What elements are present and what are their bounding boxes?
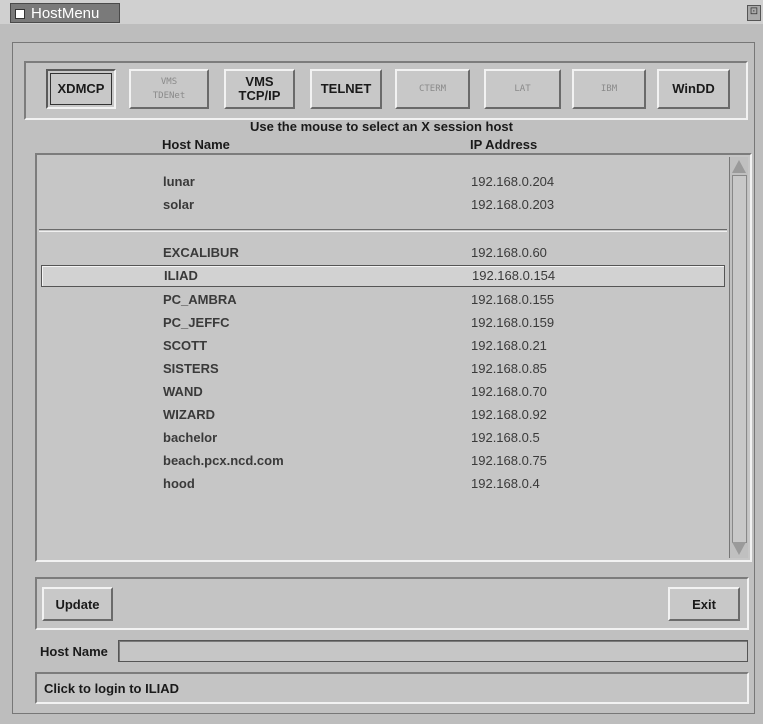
- exit-button[interactable]: Exit: [668, 587, 740, 621]
- host-name-label: Host Name: [40, 644, 108, 659]
- host-name: hood: [163, 476, 195, 491]
- host-row-pc-jeffc[interactable]: PC_JEFFC 192.168.0.159: [37, 313, 727, 333]
- host-ip: 192.168.0.155: [471, 292, 555, 307]
- telnet-button[interactable]: TELNET: [310, 69, 382, 109]
- scroll-down-arrow-icon[interactable]: [732, 542, 746, 555]
- host-ip: 192.168.0.60: [471, 245, 547, 260]
- scroll-up-arrow-icon[interactable]: [732, 160, 746, 173]
- host-ip: 192.168.0.4: [471, 476, 540, 491]
- host-row-lunar[interactable]: lunar 192.168.0.204: [37, 172, 727, 192]
- host-ip: 192.168.0.154: [472, 268, 556, 283]
- host-name: bachelor: [163, 430, 218, 445]
- telnet-button-label: TELNET: [320, 81, 372, 96]
- host-row-bachelor[interactable]: bachelor 192.168.0.5: [37, 428, 727, 448]
- title-bar: HostMenu ⊡: [0, 0, 763, 24]
- host-row-wizard[interactable]: WIZARD 192.168.0.92: [37, 405, 727, 425]
- window-menu-icon[interactable]: [15, 9, 25, 19]
- host-row-scott[interactable]: SCOTT 192.168.0.21: [37, 336, 727, 356]
- vms-tcpip-button-label: VMS TCP/IP: [238, 74, 281, 103]
- update-button[interactable]: Update: [42, 587, 113, 621]
- host-row-sisters[interactable]: SISTERS 192.168.0.85: [37, 359, 727, 379]
- host-name: ILIAD: [164, 268, 198, 283]
- resize-icon[interactable]: ⊡: [747, 5, 761, 21]
- window-title: HostMenu: [31, 5, 100, 22]
- host-ip: 192.168.0.203: [471, 197, 555, 212]
- host-list: lunar 192.168.0.204 solar 192.168.0.203 …: [35, 153, 752, 562]
- host-name: SCOTT: [163, 338, 208, 353]
- vms-tdenet-button[interactable]: VMS TDENet: [129, 69, 209, 109]
- host-row-solar[interactable]: solar 192.168.0.203: [37, 195, 727, 215]
- host-list-scrollbar[interactable]: [729, 157, 748, 558]
- host-name-column-header: Host Name: [162, 137, 230, 152]
- host-row-excalibur[interactable]: EXCALIBUR 192.168.0.60: [37, 243, 727, 263]
- windd-button[interactable]: WinDD: [657, 69, 730, 109]
- vms-tdenet-button-label: VMS TDENet: [152, 77, 186, 101]
- ibm-button[interactable]: IBM: [572, 69, 646, 109]
- window-title-tab[interactable]: HostMenu: [10, 3, 120, 23]
- host-ip: 192.168.0.70: [471, 384, 547, 399]
- host-name: WIZARD: [163, 407, 215, 422]
- host-ip: 192.168.0.204: [471, 174, 555, 189]
- host-row-iliad[interactable]: ILIAD 192.168.0.154: [41, 265, 725, 287]
- status-text: Click to login to ILIAD: [44, 681, 180, 696]
- host-ip: 192.168.0.5: [471, 430, 540, 445]
- host-name: lunar: [163, 174, 195, 189]
- host-row-beach[interactable]: beach.pcx.ncd.com 192.168.0.75: [37, 451, 727, 471]
- host-name: SISTERS: [163, 361, 219, 376]
- vms-tcpip-button[interactable]: VMS TCP/IP: [224, 69, 295, 109]
- ip-address-column-header: IP Address: [470, 137, 538, 152]
- list-separator: [39, 229, 727, 232]
- host-row-hood[interactable]: hood 192.168.0.4: [37, 474, 727, 494]
- lat-button-label: LAT: [514, 84, 531, 94]
- host-name: beach.pcx.ncd.com: [163, 453, 284, 468]
- cterm-button-label: CTERM: [418, 84, 447, 94]
- lat-button[interactable]: LAT: [484, 69, 561, 109]
- host-ip: 192.168.0.85: [471, 361, 547, 376]
- host-name: WAND: [163, 384, 203, 399]
- host-row-wand[interactable]: WAND 192.168.0.70: [37, 382, 727, 402]
- host-ip: 192.168.0.92: [471, 407, 547, 422]
- host-name: PC_JEFFC: [163, 315, 230, 330]
- action-panel: [35, 577, 749, 630]
- ibm-button-label: IBM: [600, 84, 618, 94]
- instruction-text: Use the mouse to select an X session hos…: [250, 119, 513, 134]
- host-row-pc-ambra[interactable]: PC_AMBRA 192.168.0.155: [37, 290, 727, 310]
- scroll-track[interactable]: [732, 175, 747, 543]
- host-name: solar: [163, 197, 195, 212]
- windd-button-label: WinDD: [672, 81, 715, 96]
- xdmcp-button[interactable]: XDMCP: [46, 69, 116, 109]
- host-name-field[interactable]: [118, 640, 748, 662]
- cterm-button[interactable]: CTERM: [395, 69, 470, 109]
- status-bar: Click to login to ILIAD: [35, 672, 749, 704]
- xdmcp-button-label: XDMCP: [57, 81, 105, 96]
- host-ip: 192.168.0.159: [471, 315, 555, 330]
- host-name: EXCALIBUR: [163, 245, 239, 260]
- host-ip: 192.168.0.21: [471, 338, 547, 353]
- host-name: PC_AMBRA: [163, 292, 237, 307]
- host-ip: 192.168.0.75: [471, 453, 547, 468]
